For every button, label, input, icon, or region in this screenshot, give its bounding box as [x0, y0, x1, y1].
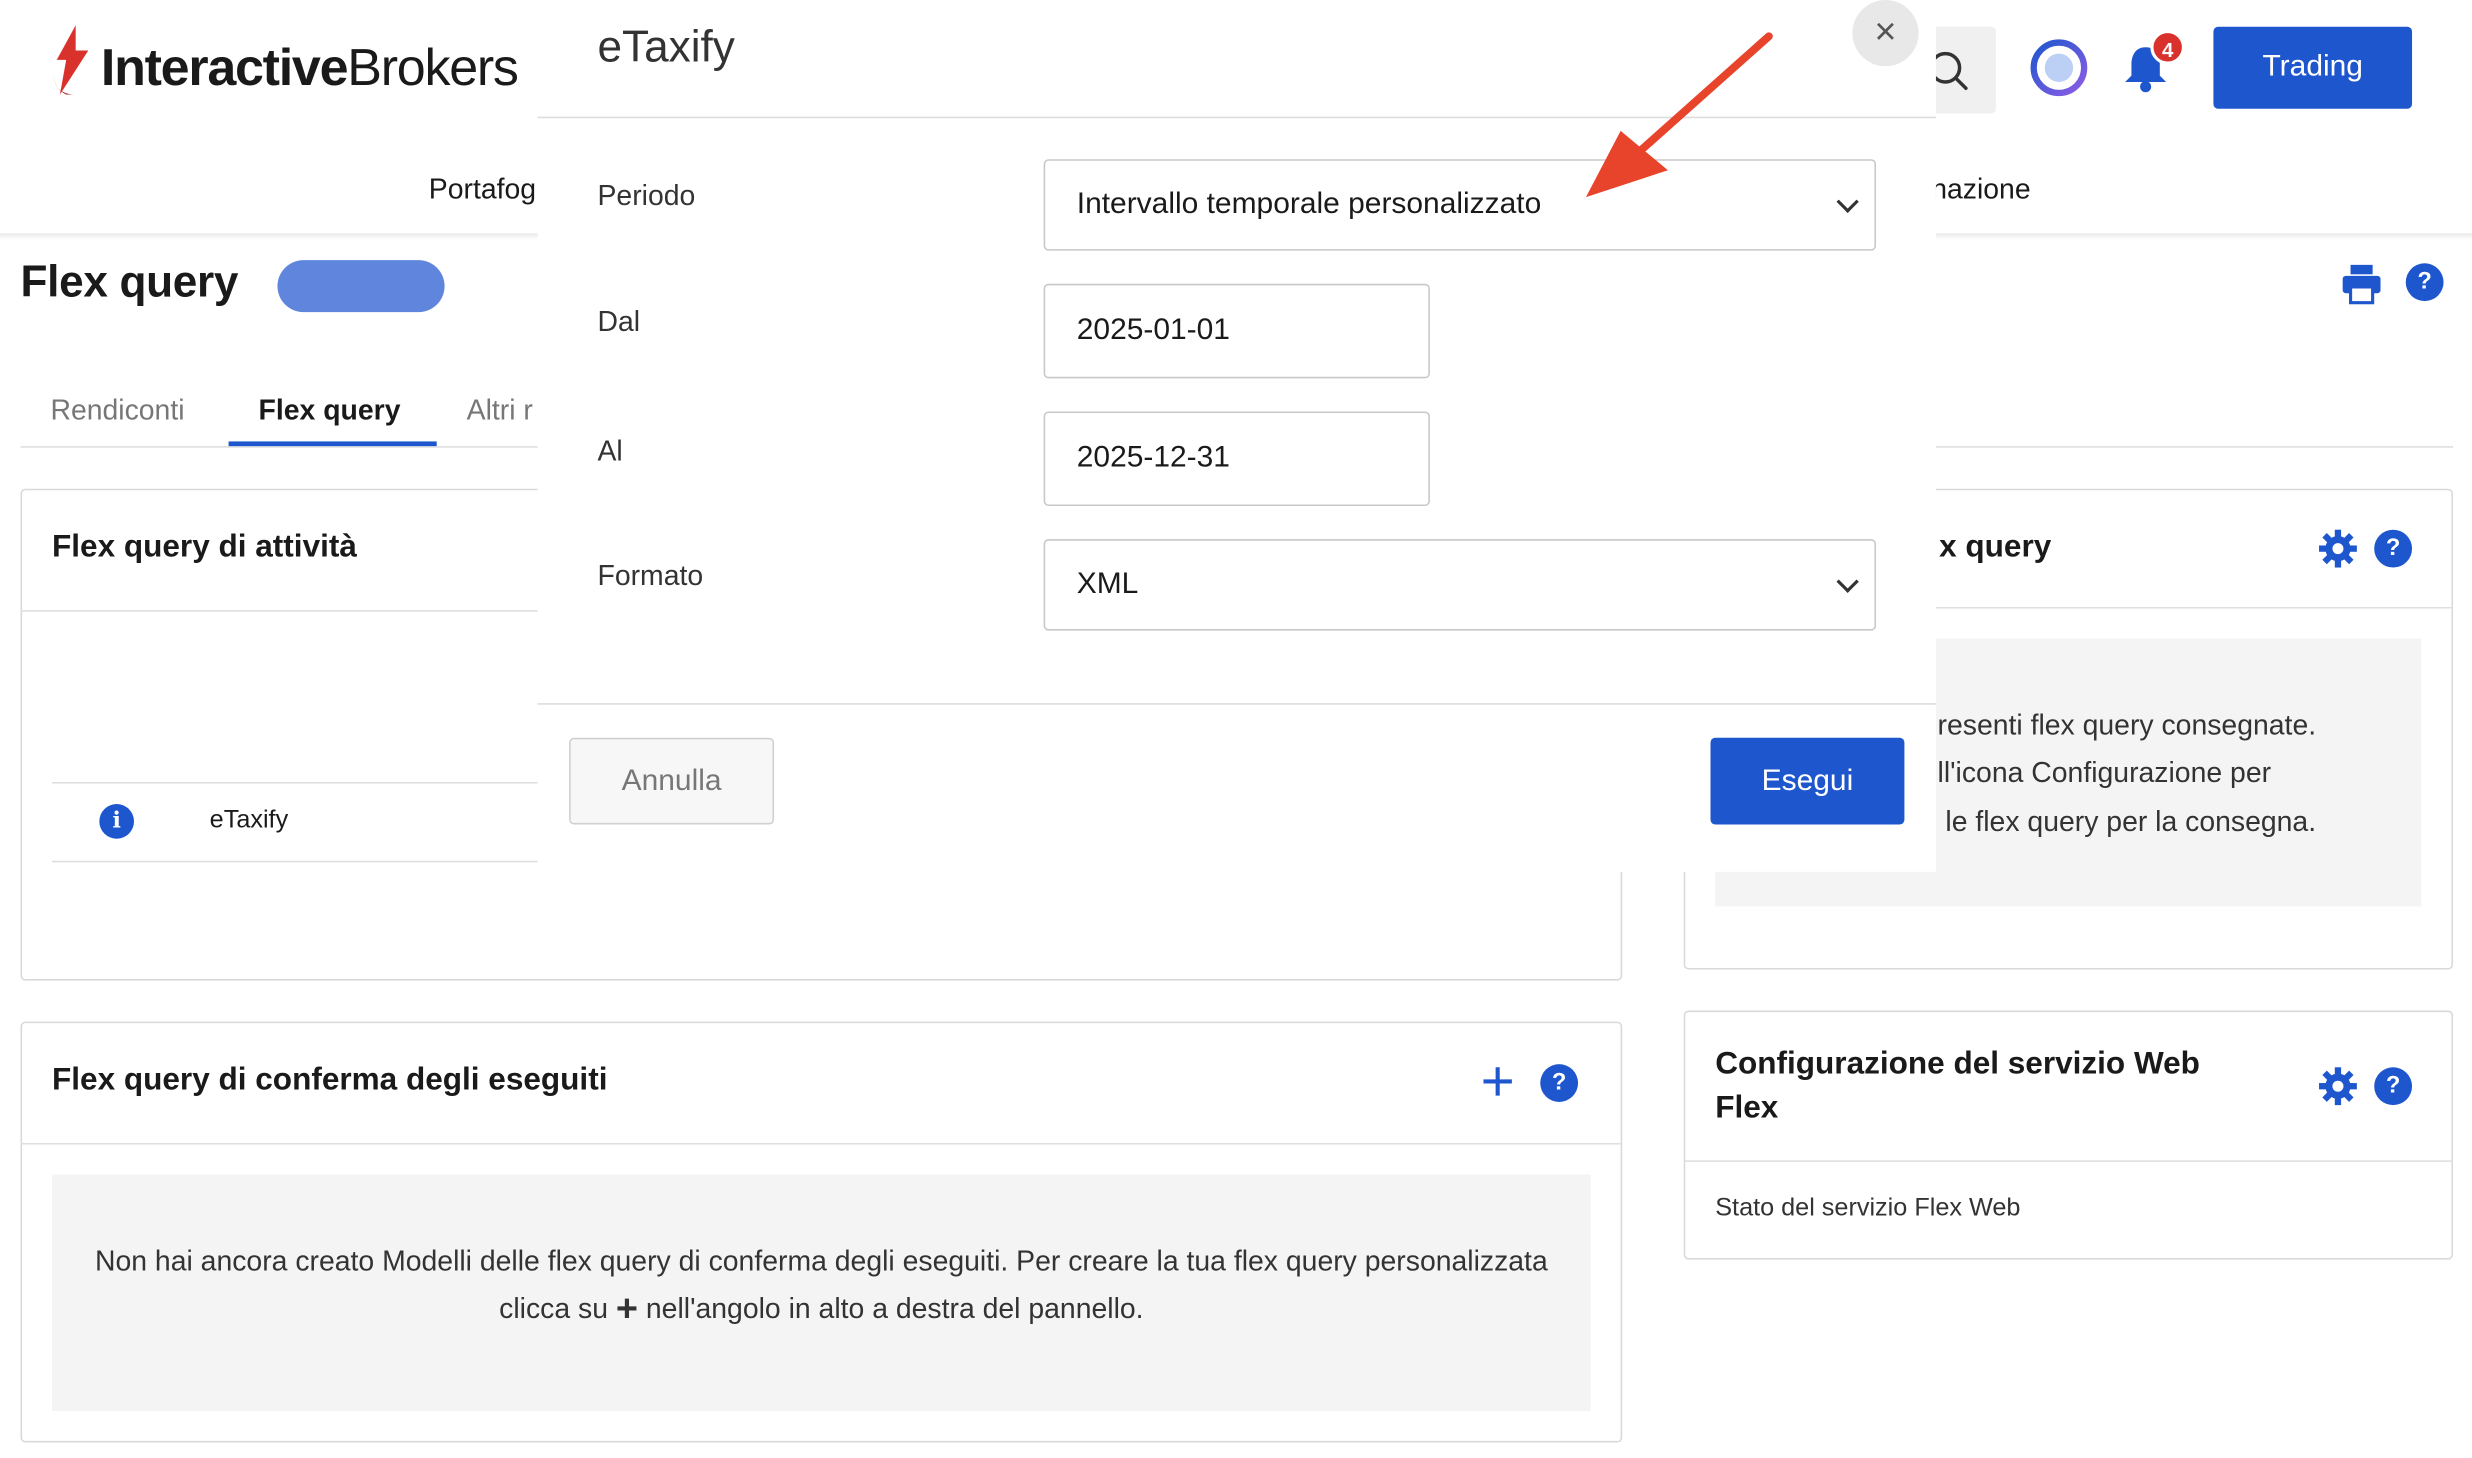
help-icon[interactable]: ?: [2405, 263, 2444, 302]
info-icon[interactable]: i: [99, 804, 135, 839]
gear-icon[interactable]: [2317, 528, 2358, 569]
panel-title: Flex query di conferma degli eseguiti: [52, 1062, 608, 1098]
panel-title: Flex query di attività: [52, 529, 357, 565]
assistant-icon[interactable]: [2029, 38, 2089, 98]
from-date-input[interactable]: 2025-01-01: [1043, 283, 1430, 379]
panel-title: Configurazione del servizio Web Flex: [1715, 1046, 2200, 1126]
chevron-down-icon: [1836, 570, 1859, 593]
format-label: Formato: [597, 559, 704, 592]
query-row-name[interactable]: eTaxify: [210, 807, 289, 835]
format-select[interactable]: XML: [1043, 539, 1877, 631]
web-service-status-label[interactable]: Stato del servizio Flex Web: [1715, 1195, 2020, 1223]
annotation-arrow: [1585, 32, 1773, 198]
logo-wordmark[interactable]: InteractiveBrokers: [101, 38, 519, 98]
to-date-input[interactable]: 2025-12-31: [1043, 411, 1430, 507]
print-icon[interactable]: [2340, 262, 2384, 306]
tab-flex-query[interactable]: Flex query: [259, 394, 401, 427]
gear-icon[interactable]: [2317, 1066, 2358, 1107]
modal-title: eTaxify: [597, 22, 735, 71]
help-icon[interactable]: ?: [1540, 1064, 1579, 1102]
close-button[interactable]: ×: [1852, 0, 1919, 67]
chevron-down-icon: [1836, 190, 1859, 213]
info-line: le flex query per la consegna.: [1945, 805, 2317, 838]
from-label: Dal: [597, 305, 641, 338]
period-label: Periodo: [597, 179, 696, 212]
panel-divider: [20, 1142, 1623, 1145]
tab-other[interactable]: Altri r: [467, 394, 533, 427]
help-icon[interactable]: ?: [2374, 529, 2413, 568]
tab-active-indicator: [228, 441, 437, 447]
run-button[interactable]: Esegui: [1710, 737, 1905, 825]
notification-badge: 4: [2150, 29, 2186, 65]
cancel-button[interactable]: Annulla: [569, 737, 775, 825]
tab-statements[interactable]: Rendiconti: [50, 394, 184, 427]
info-line: ll'icona Configurazione per: [1937, 756, 2272, 789]
status-pill: [277, 260, 445, 313]
trading-button[interactable]: Trading: [2213, 26, 2413, 109]
panel-divider: [1683, 1160, 2454, 1162]
help-icon[interactable]: ?: [2374, 1067, 2413, 1106]
modal-divider: [537, 703, 1936, 705]
plus-inline-icon: +: [615, 1288, 638, 1331]
panel-title: x query: [1939, 529, 2052, 565]
empty-state-text: Non hai ancora creato Modelli delle flex…: [94, 1245, 1548, 1331]
nav-item-information[interactable]: nazione: [1931, 173, 2030, 206]
close-icon: ×: [1874, 11, 1897, 54]
info-line: resenti flex query consegnate.: [1937, 709, 2317, 741]
logo-icon: [53, 25, 89, 95]
nav-item-portfolio[interactable]: Portafog: [429, 173, 536, 206]
app-window: InteractiveBrokers Portafog nazione 4 Tr…: [0, 0, 2472, 1458]
page-title: Flex query: [20, 256, 239, 306]
to-label: Al: [597, 435, 623, 467]
plus-icon[interactable]: [1479, 1063, 1517, 1101]
